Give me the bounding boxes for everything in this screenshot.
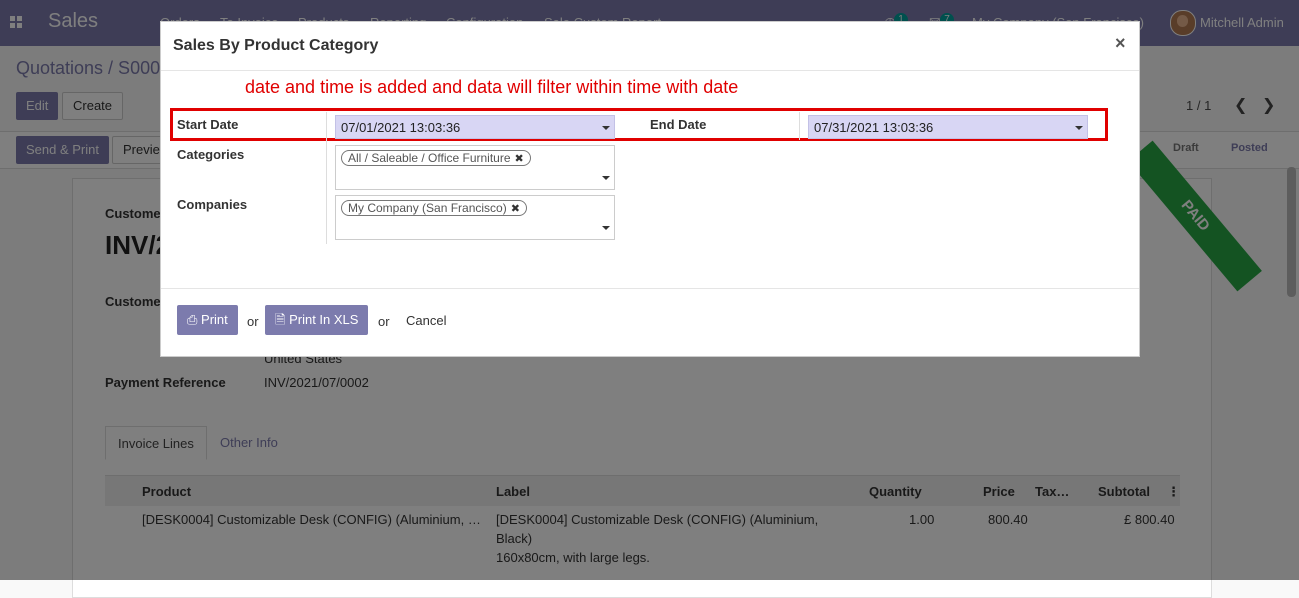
dialog-title: Sales By Product Category <box>173 37 379 54</box>
categories-field[interactable]: All / Saleable / Office Furniture ✖ <box>335 145 615 190</box>
chevron-down-icon[interactable] <box>602 176 610 180</box>
end-date-input[interactable]: 07/31/2021 13:03:36 <box>808 115 1088 139</box>
dialog-footer: ⎙ Print or 🗎 Print In XLS or Cancel <box>161 288 1139 357</box>
end-date-divider <box>799 112 800 140</box>
companies-label: Companies <box>177 197 248 212</box>
close-icon[interactable]: × <box>1115 33 1126 54</box>
print-xls-button[interactable]: 🗎 Print In XLS <box>265 305 369 335</box>
file-excel-icon: 🗎 <box>275 312 286 327</box>
print-button[interactable]: ⎙ Print <box>177 305 238 335</box>
companies-field[interactable]: My Company (San Francisco) ✖ <box>335 195 615 240</box>
start-date-input[interactable]: 07/01/2021 13:03:36 <box>335 115 615 139</box>
end-date-label: End Date <box>650 117 707 132</box>
chevron-down-icon[interactable] <box>1075 126 1083 130</box>
annotation-text: date and time is added and data will fil… <box>245 77 739 97</box>
or-text: or <box>247 314 259 329</box>
start-date-label: Start Date <box>177 117 239 132</box>
start-date-value: 07/01/2021 13:03:36 <box>341 120 461 135</box>
remove-tag-icon[interactable]: ✖ <box>515 153 524 165</box>
category-tag-label: All / Saleable / Office Furniture <box>348 151 511 165</box>
remove-tag-icon[interactable]: ✖ <box>511 203 520 215</box>
company-tag: My Company (San Francisco) ✖ <box>341 200 527 216</box>
print-button-label: Print <box>201 312 228 327</box>
dialog-header: Sales By Product Category × <box>161 22 1139 71</box>
label-column-divider <box>326 112 327 244</box>
chevron-down-icon[interactable] <box>602 226 610 230</box>
printer-icon: ⎙ <box>187 312 198 327</box>
sales-by-category-dialog: Sales By Product Category × date and tim… <box>160 21 1140 357</box>
print-xls-button-label: Print In XLS <box>289 312 359 327</box>
or-text: or <box>378 314 390 329</box>
end-date-value: 07/31/2021 13:03:36 <box>814 120 934 135</box>
chevron-down-icon[interactable] <box>602 126 610 130</box>
categories-label: Categories <box>177 147 245 162</box>
category-tag: All / Saleable / Office Furniture ✖ <box>341 150 531 166</box>
company-tag-label: My Company (San Francisco) <box>348 201 507 215</box>
cancel-button[interactable]: Cancel <box>406 313 446 328</box>
